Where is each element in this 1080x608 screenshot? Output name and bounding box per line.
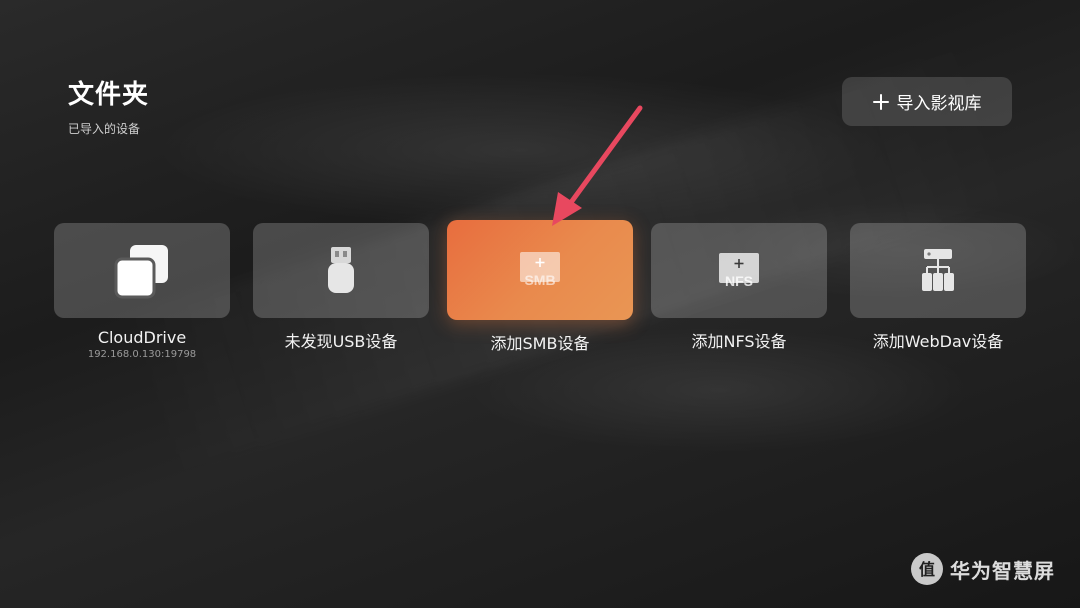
import-library-label: 导入影视库 <box>896 94 982 114</box>
device-label: 未发现USB设备 <box>284 332 398 351</box>
device-tile-focused[interactable]: SMB <box>447 220 633 320</box>
device-label: 添加SMB设备 <box>490 334 590 353</box>
device-tile[interactable] <box>850 223 1026 318</box>
plus-icon <box>872 93 889 110</box>
device-tile[interactable] <box>54 223 230 318</box>
device-smb[interactable]: SMB 添加SMB设备 <box>447 220 633 354</box>
watermark-mark: 值 <box>919 560 935 579</box>
overlapping-squares-icon <box>114 244 168 298</box>
smb-add-icon: SMB <box>520 252 560 288</box>
device-label: CloudDrive <box>97 328 187 347</box>
device-label: 添加NFS设备 <box>691 332 787 351</box>
annotation-arrow-icon <box>552 105 643 226</box>
usb-drive-icon <box>328 246 354 293</box>
webdav-network-icon <box>922 248 954 291</box>
device-address: 192.168.0.130:19798 <box>87 349 197 360</box>
device-usb[interactable]: 未发现USB设备 <box>253 223 429 352</box>
nfs-icon-text: NFS <box>725 273 753 289</box>
page-subtitle: 已导入的设备 <box>68 122 141 136</box>
device-webdav[interactable]: 添加WebDav设备 <box>850 223 1026 352</box>
device-label: 添加WebDav设备 <box>872 332 1004 351</box>
nfs-add-icon: NFS <box>719 252 759 289</box>
watermark-logo-icon: 值 <box>911 553 943 585</box>
import-library-button[interactable]: 导入影视库 <box>842 77 1012 126</box>
watermark: 值 华为智慧屏 <box>910 552 1055 586</box>
device-tile[interactable] <box>253 223 429 318</box>
device-nfs[interactable]: NFS 添加NFS设备 <box>651 223 827 352</box>
page-title: 文件夹 <box>68 80 150 110</box>
device-tile[interactable]: NFS <box>651 223 827 318</box>
smb-icon-text: SMB <box>524 272 555 288</box>
device-clouddrive[interactable]: CloudDrive 192.168.0.130:19798 <box>54 223 230 360</box>
page-header: 文件夹 已导入的设备 <box>68 78 149 137</box>
watermark-text: 华为智慧屏 <box>950 558 1055 583</box>
